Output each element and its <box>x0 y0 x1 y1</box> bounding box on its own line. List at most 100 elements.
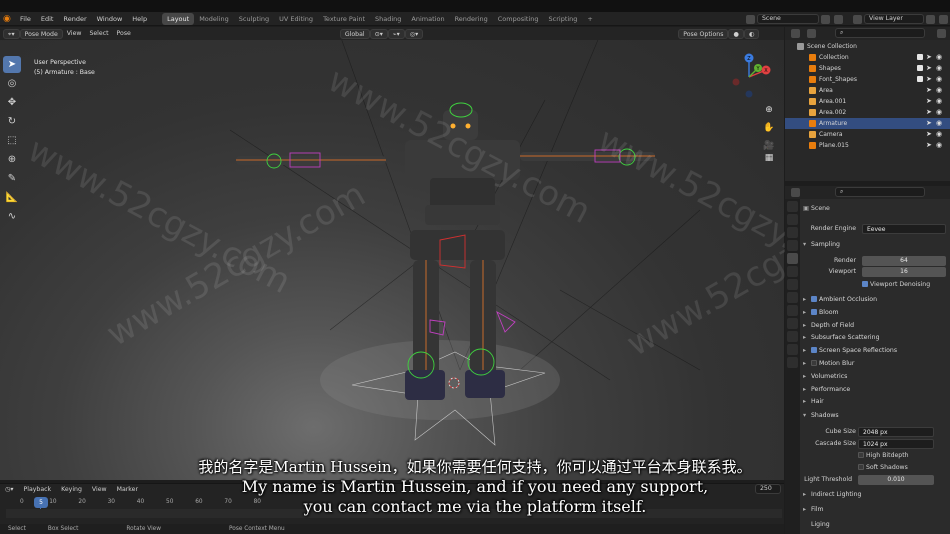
visibility-eye-icon[interactable]: ◉ <box>936 129 942 140</box>
remove-layer-icon[interactable] <box>939 14 948 24</box>
outliner-row[interactable]: Camera ➤ ◉ <box>785 129 950 140</box>
tab-sculpting[interactable]: Sculpting <box>234 13 274 25</box>
expand-arrow-icon[interactable]: ▸ <box>803 294 811 306</box>
render-engine-dropdown[interactable]: Eevee <box>862 224 946 234</box>
object-tab-icon[interactable] <box>787 279 798 290</box>
selectable-icon[interactable]: ➤ <box>926 140 932 151</box>
display-mode-icon[interactable] <box>807 29 816 38</box>
rotate-tool-icon[interactable]: ↻ <box>3 113 21 130</box>
property-panel-header[interactable]: ▸ Bloom <box>800 307 950 319</box>
menu-render[interactable]: Render <box>58 12 91 26</box>
tab-shading[interactable]: Shading <box>370 13 406 25</box>
viewport-denoising-row[interactable]: Viewport Denoising <box>800 279 950 291</box>
properties-search-input[interactable]: ⌕ <box>835 187 925 197</box>
modifiers-tab-icon[interactable] <box>787 292 798 303</box>
selectable-icon[interactable]: ➤ <box>926 107 932 118</box>
visibility-eye-icon[interactable]: ◉ <box>936 140 942 151</box>
expand-arrow-icon[interactable]: ▸ <box>803 320 811 332</box>
exclude-checkbox[interactable] <box>917 54 923 60</box>
visibility-eye-icon[interactable]: ◉ <box>936 96 942 107</box>
expand-arrow-icon[interactable]: ▸ <box>803 371 811 383</box>
remove-scene-icon[interactable] <box>834 14 843 24</box>
expand-arrow-icon[interactable]: ▸ <box>803 396 811 408</box>
scene-tab-icon[interactable] <box>787 253 798 264</box>
data-tab-icon[interactable] <box>787 331 798 342</box>
menu-window[interactable]: Window <box>92 12 128 26</box>
cascade-size-dropdown[interactable]: 1024 px <box>858 439 934 449</box>
world-tab-icon[interactable] <box>787 266 798 277</box>
expand-arrow-icon[interactable]: ▸ <box>803 358 811 370</box>
shading-solid-icon[interactable]: ● <box>728 28 744 39</box>
exclude-checkbox[interactable] <box>917 65 923 71</box>
tool-tab-icon[interactable] <box>787 201 798 212</box>
select-box-icon[interactable] <box>30 14 44 25</box>
outliner-row[interactable]: Collection ➤ ◉ <box>785 52 950 63</box>
shadows-panel[interactable]: ▾ Shadows <box>800 410 950 422</box>
outliner-row[interactable]: Area.002 ➤ ◉ <box>785 107 950 118</box>
editor-type-button[interactable]: ⌖▾ <box>3 28 20 39</box>
copy-layer-icon[interactable] <box>926 14 935 24</box>
outliner-row[interactable]: Armature ➤ ◉ <box>785 118 950 129</box>
outliner-row[interactable]: Shapes ➤ ◉ <box>785 63 950 74</box>
measure-tool-icon[interactable]: 📐 <box>3 189 21 206</box>
render-tab-icon[interactable] <box>787 214 798 225</box>
pose-options-button[interactable]: Pose Options <box>678 28 729 39</box>
property-panel-header[interactable]: ▸ Ambient Occlusion <box>800 294 950 306</box>
navigation-gizmo[interactable]: X Z Y <box>722 50 776 104</box>
viewport-samples-field[interactable]: 16 <box>862 267 946 277</box>
proportional-icon[interactable]: ◎▾ <box>404 28 424 39</box>
tab-animation[interactable]: Animation <box>406 13 449 25</box>
selectable-icon[interactable]: ➤ <box>926 96 932 107</box>
tab-compositing[interactable]: Compositing <box>493 13 544 25</box>
texture-tab-icon[interactable] <box>787 357 798 368</box>
view-layer-tab-icon[interactable] <box>787 240 798 251</box>
panel-enable-checkbox[interactable] <box>811 347 817 354</box>
shading-material-icon[interactable]: ◐ <box>743 28 760 39</box>
selectable-icon[interactable]: ➤ <box>926 74 932 85</box>
panel-enable-checkbox[interactable] <box>811 296 817 302</box>
outliner-row[interactable]: Area.001 ➤ ◉ <box>785 96 950 107</box>
menu-view[interactable]: View <box>63 29 86 39</box>
copy-scene-icon[interactable] <box>821 14 830 24</box>
outliner-editor-icon[interactable] <box>791 29 800 38</box>
hand-pan-icon[interactable]: ✋ <box>763 122 775 134</box>
visibility-eye-icon[interactable]: ◉ <box>936 118 942 129</box>
property-panel-header[interactable]: ▸ Motion Blur <box>800 358 950 370</box>
outliner-row[interactable]: Area ➤ ◉ <box>785 85 950 96</box>
property-panel-header[interactable]: ▸ Performance <box>800 384 950 396</box>
view-layer-selector[interactable]: View Layer <box>864 14 924 24</box>
tab-uv-editing[interactable]: UV Editing <box>274 13 318 25</box>
visibility-eye-icon[interactable]: ◉ <box>936 85 942 96</box>
menu-select[interactable]: Select <box>85 29 112 39</box>
tab-modeling[interactable]: Modeling <box>194 13 234 25</box>
menu-pose[interactable]: Pose <box>113 29 135 39</box>
selectable-icon[interactable]: ➤ <box>926 52 932 63</box>
outliner-row[interactable]: Font_Shapes ➤ ◉ <box>785 74 950 85</box>
outliner-search-input[interactable]: ⌕ <box>835 28 925 38</box>
lighting-panel[interactable]: Liging <box>800 519 950 531</box>
expand-arrow-icon[interactable]: ▸ <box>803 345 811 357</box>
filter-icon[interactable] <box>937 29 946 38</box>
visibility-eye-icon[interactable]: ◉ <box>936 52 942 63</box>
menu-help[interactable]: Help <box>127 12 152 26</box>
properties-editor-icon[interactable] <box>791 188 800 197</box>
move-tool-icon[interactable]: ✥ <box>3 94 21 111</box>
outliner-row[interactable]: Plane.015 ➤ ◉ <box>785 140 950 151</box>
render-samples-field[interactable]: 64 <box>862 256 946 266</box>
tab-layout[interactable]: Layout <box>162 12 195 25</box>
scale-tool-icon[interactable]: ⬚ <box>3 132 21 149</box>
cursor-tool-icon[interactable]: ◎ <box>3 75 21 92</box>
selectable-icon[interactable]: ➤ <box>926 118 932 129</box>
output-tab-icon[interactable] <box>787 227 798 238</box>
annotate-tool-icon[interactable]: ✎ <box>3 170 21 187</box>
scene-selector[interactable]: Scene <box>757 14 819 24</box>
mode-selector[interactable]: Pose Mode <box>19 28 63 39</box>
property-panel-header[interactable]: ▸ Depth of Field <box>800 320 950 332</box>
select-tool-icon[interactable]: ➤ <box>3 56 21 73</box>
view-layer-icon[interactable] <box>853 14 862 24</box>
visibility-eye-icon[interactable]: ◉ <box>936 107 942 118</box>
camera-view-icon[interactable]: 🎥 <box>763 140 775 152</box>
selectable-icon[interactable]: ➤ <box>926 129 932 140</box>
constraints-tab-icon[interactable] <box>787 318 798 329</box>
panel-enable-checkbox[interactable] <box>811 360 817 366</box>
